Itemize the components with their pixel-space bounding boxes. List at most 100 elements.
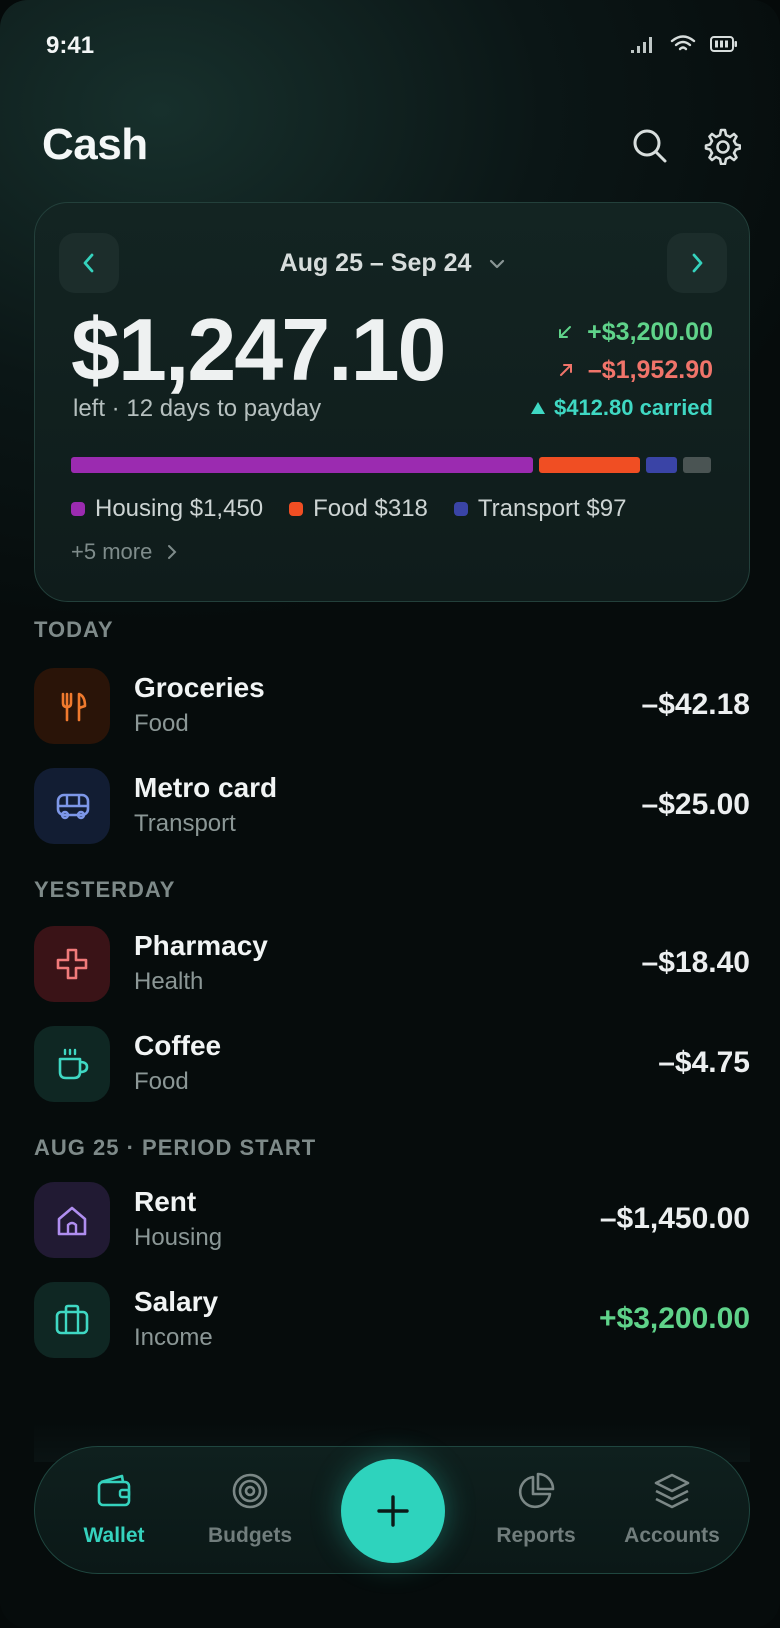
spend-segment-food xyxy=(538,457,641,473)
carried-amount: $412.80 carried xyxy=(553,395,713,420)
chevron-right-icon xyxy=(168,545,177,559)
transaction-name: Groceries xyxy=(134,672,265,703)
transaction-icon xyxy=(34,1182,110,1258)
chevron-down-icon xyxy=(490,260,505,269)
section-header: YESTERDAY xyxy=(34,877,176,902)
transaction-amount: –$1,450.00 xyxy=(599,1202,750,1235)
tab-reports[interactable]: Reports xyxy=(471,1471,601,1548)
tab-wallet-label: Wallet xyxy=(83,1524,145,1547)
triangle-up-icon xyxy=(530,402,545,414)
tab-budgets-label: Budgets xyxy=(208,1524,292,1547)
period-label: Aug 25 – Sep 24 xyxy=(279,249,472,277)
arrow-down-left-icon xyxy=(559,326,572,338)
transaction-category: Housing xyxy=(134,1224,223,1251)
balance-caption: left · 12 days to payday xyxy=(73,395,322,422)
legend-label: Food $318 xyxy=(313,495,428,522)
battery-icon xyxy=(710,36,737,52)
summary-card: Aug 25 – Sep 24 $1,247.10 left · 12 days… xyxy=(34,202,750,602)
transaction-amount: –$18.40 xyxy=(641,946,750,979)
more-label: +5 more xyxy=(71,539,153,564)
legend-item: Food $318 xyxy=(289,495,428,523)
transaction-category: Food xyxy=(134,1068,189,1095)
fork-knife-icon xyxy=(61,692,87,722)
transaction-amount: +$3,200.00 xyxy=(599,1302,750,1335)
legend-item: Housing $1,450 xyxy=(71,495,263,523)
status-time: 9:41 xyxy=(46,32,95,59)
tab-wallet[interactable]: Wallet xyxy=(49,1471,179,1548)
arrow-up-right-icon xyxy=(559,364,572,376)
chevron-right-icon xyxy=(692,253,703,273)
transaction-row[interactable]: Coffee Food –$4.75 xyxy=(34,1026,750,1102)
more-categories-link[interactable]: +5 more xyxy=(71,539,178,565)
transaction-category: Food xyxy=(134,710,189,737)
briefcase-icon xyxy=(55,1304,89,1335)
transaction-row[interactable]: Salary Income +$3,200.00 xyxy=(34,1282,750,1358)
transaction-name: Rent xyxy=(134,1186,197,1217)
transaction-row[interactable]: Pharmacy Health –$18.40 xyxy=(34,926,750,1002)
transaction-amount: –$25.00 xyxy=(641,788,750,821)
transaction-name: Pharmacy xyxy=(134,930,268,961)
legend-label: Housing $1,450 xyxy=(95,495,264,522)
transaction-name: Salary xyxy=(134,1286,219,1317)
transaction-category: Health xyxy=(134,968,204,995)
search-button[interactable] xyxy=(628,124,672,168)
transaction-row[interactable]: Metro card Transport –$25.00 xyxy=(34,768,750,844)
section-header: TODAY xyxy=(34,617,114,642)
transaction-amount: –$42.18 xyxy=(641,688,750,721)
settings-button[interactable] xyxy=(700,124,744,168)
next-period-button[interactable] xyxy=(667,233,727,293)
period-selector[interactable]: Aug 25 – Sep 24 xyxy=(35,249,751,278)
spend-segment-transport xyxy=(646,457,677,473)
target-icon xyxy=(232,1473,268,1509)
legend-label: Transport $97 xyxy=(477,495,627,522)
transaction-icon xyxy=(34,668,110,744)
legend-swatch xyxy=(289,502,304,516)
transaction-name: Coffee xyxy=(134,1030,222,1061)
signal-icon xyxy=(631,37,652,53)
spending-breakdown-bar xyxy=(71,457,711,473)
legend-swatch xyxy=(71,502,85,516)
wifi-icon xyxy=(670,35,696,51)
spending-legend: Housing $1,450 Food $318 Transport $97 xyxy=(71,495,626,523)
spend-segment-housing xyxy=(71,457,533,473)
transaction-name: Metro card xyxy=(134,772,278,803)
search-icon xyxy=(633,129,667,163)
transaction-icon xyxy=(34,768,110,844)
house-icon xyxy=(57,1206,87,1236)
transaction-icon xyxy=(34,1282,110,1358)
tab-accounts-label: Accounts xyxy=(624,1524,720,1547)
plus-icon xyxy=(377,1495,409,1527)
tab-budgets[interactable]: Budgets xyxy=(185,1471,315,1548)
transaction-icon xyxy=(34,1026,110,1102)
coffee-cup-icon xyxy=(58,1048,89,1080)
transaction-category: Transport xyxy=(134,810,236,837)
transaction-category: Income xyxy=(134,1324,213,1351)
pie-chart-icon xyxy=(518,1472,555,1509)
page-title: Cash xyxy=(42,120,148,169)
status-icons xyxy=(630,34,738,54)
bottom-nav: Wallet Budgets Reports Accounts xyxy=(34,1446,750,1574)
transaction-icon xyxy=(34,926,110,1002)
gear-icon xyxy=(704,128,741,165)
bus-icon xyxy=(56,793,90,820)
wallet-icon xyxy=(97,1474,131,1507)
app-screen: 9:41 Cash Aug 25 – Sep 24 $1,247.10 left… xyxy=(0,0,780,1628)
medical-cross-icon xyxy=(56,948,88,980)
section-header: AUG 25 · PERIOD START xyxy=(34,1135,317,1160)
status-bar: 9:41 xyxy=(0,0,780,90)
expense-row: –$1,952.90 xyxy=(530,351,713,389)
transaction-row[interactable]: Groceries Food –$42.18 xyxy=(34,668,750,744)
expense-amount: –$1,952.90 xyxy=(587,355,713,384)
carried-row: $412.80 carried xyxy=(530,389,713,427)
transaction-row[interactable]: Rent Housing –$1,450.00 xyxy=(34,1182,750,1258)
tab-accounts[interactable]: Accounts xyxy=(607,1471,737,1548)
add-transaction-button[interactable] xyxy=(341,1459,445,1563)
income-row: +$3,200.00 xyxy=(530,313,713,351)
legend-item: Transport $97 xyxy=(453,495,627,523)
income-amount: +$3,200.00 xyxy=(587,317,713,346)
transaction-amount: –$4.75 xyxy=(658,1046,750,1079)
balance-amount: $1,247.10 xyxy=(71,300,446,399)
spend-segment-other xyxy=(682,457,711,473)
cash-flow-summary: +$3,200.00 –$1,952.90 $412.80 carried xyxy=(530,313,713,427)
layers-icon xyxy=(654,1473,690,1509)
